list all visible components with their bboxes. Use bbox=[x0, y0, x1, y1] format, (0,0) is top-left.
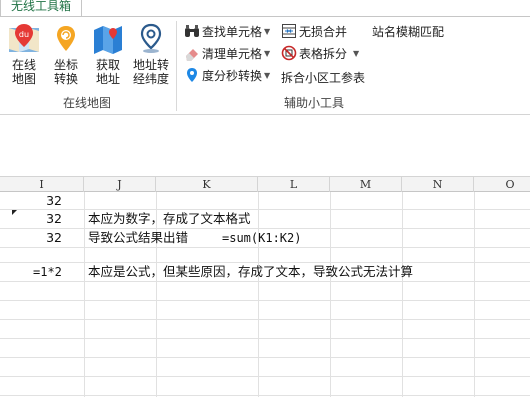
group-label-online-map: 在线地图 bbox=[63, 96, 112, 110]
svg-text:du: du bbox=[19, 30, 29, 39]
dropdown-arrow-icon: ▼ bbox=[264, 49, 271, 58]
cell-i1[interactable]: 32 bbox=[0, 192, 62, 210]
cell-j5[interactable]: 本应是公式，但某些原因，存成了文本，导致公式无法计算 bbox=[88, 263, 413, 281]
fuzzy-match-button[interactable]: 站名模糊匹配 bbox=[372, 23, 444, 41]
dms-convert-label: 度分秒转换 bbox=[202, 69, 263, 83]
grid-line bbox=[330, 192, 331, 397]
clean-cell-label: 清理单元格 bbox=[202, 47, 263, 61]
grid-line bbox=[402, 192, 403, 397]
merge-cells-icon bbox=[282, 24, 296, 38]
grid-line bbox=[0, 281, 530, 282]
binoculars-icon bbox=[185, 25, 199, 37]
clean-cell-button[interactable]: 清理单元格 ▼ bbox=[184, 45, 270, 63]
table-split-label: 表格拆分 bbox=[299, 47, 348, 61]
lossless-merge-label: 无损合并 bbox=[299, 25, 348, 39]
address-to-latlng-button[interactable]: 地址转 经纬度 bbox=[130, 22, 172, 88]
column-header-o[interactable]: O bbox=[474, 177, 530, 192]
table-split-button[interactable]: 表格拆分 ▼ bbox=[281, 45, 359, 63]
grid-line bbox=[474, 192, 475, 397]
column-header-n[interactable]: N bbox=[402, 177, 474, 192]
grid-line bbox=[0, 319, 530, 320]
find-cell-button[interactable]: 查找单元格 ▼ bbox=[184, 23, 270, 41]
tab-wireless-toolbox[interactable]: 无线工具箱 bbox=[0, 0, 82, 16]
grid-line bbox=[258, 192, 259, 397]
map-fold-icon bbox=[94, 26, 122, 54]
get-address-button[interactable]: 获取 地址 bbox=[88, 22, 128, 88]
location-pin-icon bbox=[140, 23, 162, 53]
ribbon-tab-bar: 无线工具箱 bbox=[0, 0, 530, 16]
grid-line bbox=[0, 376, 530, 377]
online-map-label-1: 在线 bbox=[11, 58, 36, 72]
column-header-m[interactable]: M bbox=[330, 177, 402, 192]
map-pin-icon bbox=[187, 68, 197, 82]
get-address-label-1: 获取 bbox=[95, 58, 120, 72]
ribbon: du 在线 地图 坐标 转换 获取 地址 地址转 经纬度 在线地图 查找单元格 … bbox=[0, 16, 530, 115]
cell-j3[interactable]: 导致公式结果出错 bbox=[88, 229, 188, 247]
online-map-label-2: 地图 bbox=[11, 72, 36, 86]
dropdown-arrow-icon: ▼ bbox=[264, 71, 271, 80]
column-header-j[interactable]: J bbox=[84, 177, 156, 192]
column-header-l[interactable]: L bbox=[258, 177, 330, 192]
map-du-icon: du bbox=[9, 24, 39, 52]
coordinate-pin-icon bbox=[57, 26, 75, 51]
lossless-merge-button[interactable]: 无损合并 bbox=[281, 23, 347, 41]
eraser-icon bbox=[186, 49, 198, 61]
coordinate-convert-label-1: 坐标 bbox=[53, 58, 78, 72]
dms-convert-button[interactable]: 度分秒转换 ▼ bbox=[184, 67, 270, 85]
grid-line bbox=[0, 247, 530, 248]
coordinate-convert-button[interactable]: 坐标 转换 bbox=[46, 22, 86, 88]
cell-j2[interactable]: 本应为数字，存成了文本格式 bbox=[88, 210, 251, 228]
split-district-table-button[interactable]: 拆合小区工参表 bbox=[281, 69, 365, 87]
column-header-i[interactable]: I bbox=[0, 177, 84, 192]
find-cell-label: 查找单元格 bbox=[202, 25, 263, 39]
fuzzy-match-label: 站名模糊匹配 bbox=[372, 25, 445, 39]
column-header-k[interactable]: K bbox=[156, 177, 258, 192]
grid-line bbox=[0, 300, 530, 301]
sheet-grid[interactable]: 32 32 本应为数字，存成了文本格式 32 导致公式结果出错 =sum(K1:… bbox=[0, 192, 530, 397]
dropdown-arrow-icon: ▼ bbox=[264, 27, 271, 36]
grid-line bbox=[0, 395, 530, 396]
blank-area bbox=[0, 116, 530, 176]
coordinate-convert-label-2: 转换 bbox=[53, 72, 78, 86]
grid-line bbox=[0, 338, 530, 339]
grid-line bbox=[84, 192, 85, 397]
get-address-label-2: 地址 bbox=[95, 72, 120, 86]
column-headers: I J K L M N O bbox=[0, 176, 530, 192]
grid-line bbox=[0, 209, 530, 210]
group-label-aux-tools: 辅助小工具 bbox=[284, 96, 345, 110]
split-district-table-label: 拆合小区工参表 bbox=[281, 71, 366, 85]
dropdown-arrow-icon: ▼ bbox=[353, 49, 360, 58]
cell-i2[interactable]: 32 bbox=[0, 210, 62, 228]
no-split-icon bbox=[281, 45, 297, 61]
group-separator bbox=[176, 21, 177, 111]
cell-i5[interactable]: =1*2 bbox=[33, 263, 62, 281]
grid-line bbox=[0, 357, 530, 358]
cell-i3[interactable]: 32 bbox=[0, 229, 62, 247]
online-map-button[interactable]: du 在线 地图 bbox=[4, 22, 44, 88]
address-to-latlng-label-2: 经纬度 bbox=[132, 72, 169, 86]
cell-formula-text[interactable]: =sum(K1:K2) bbox=[222, 229, 301, 247]
address-to-latlng-label-1: 地址转 bbox=[132, 58, 169, 72]
